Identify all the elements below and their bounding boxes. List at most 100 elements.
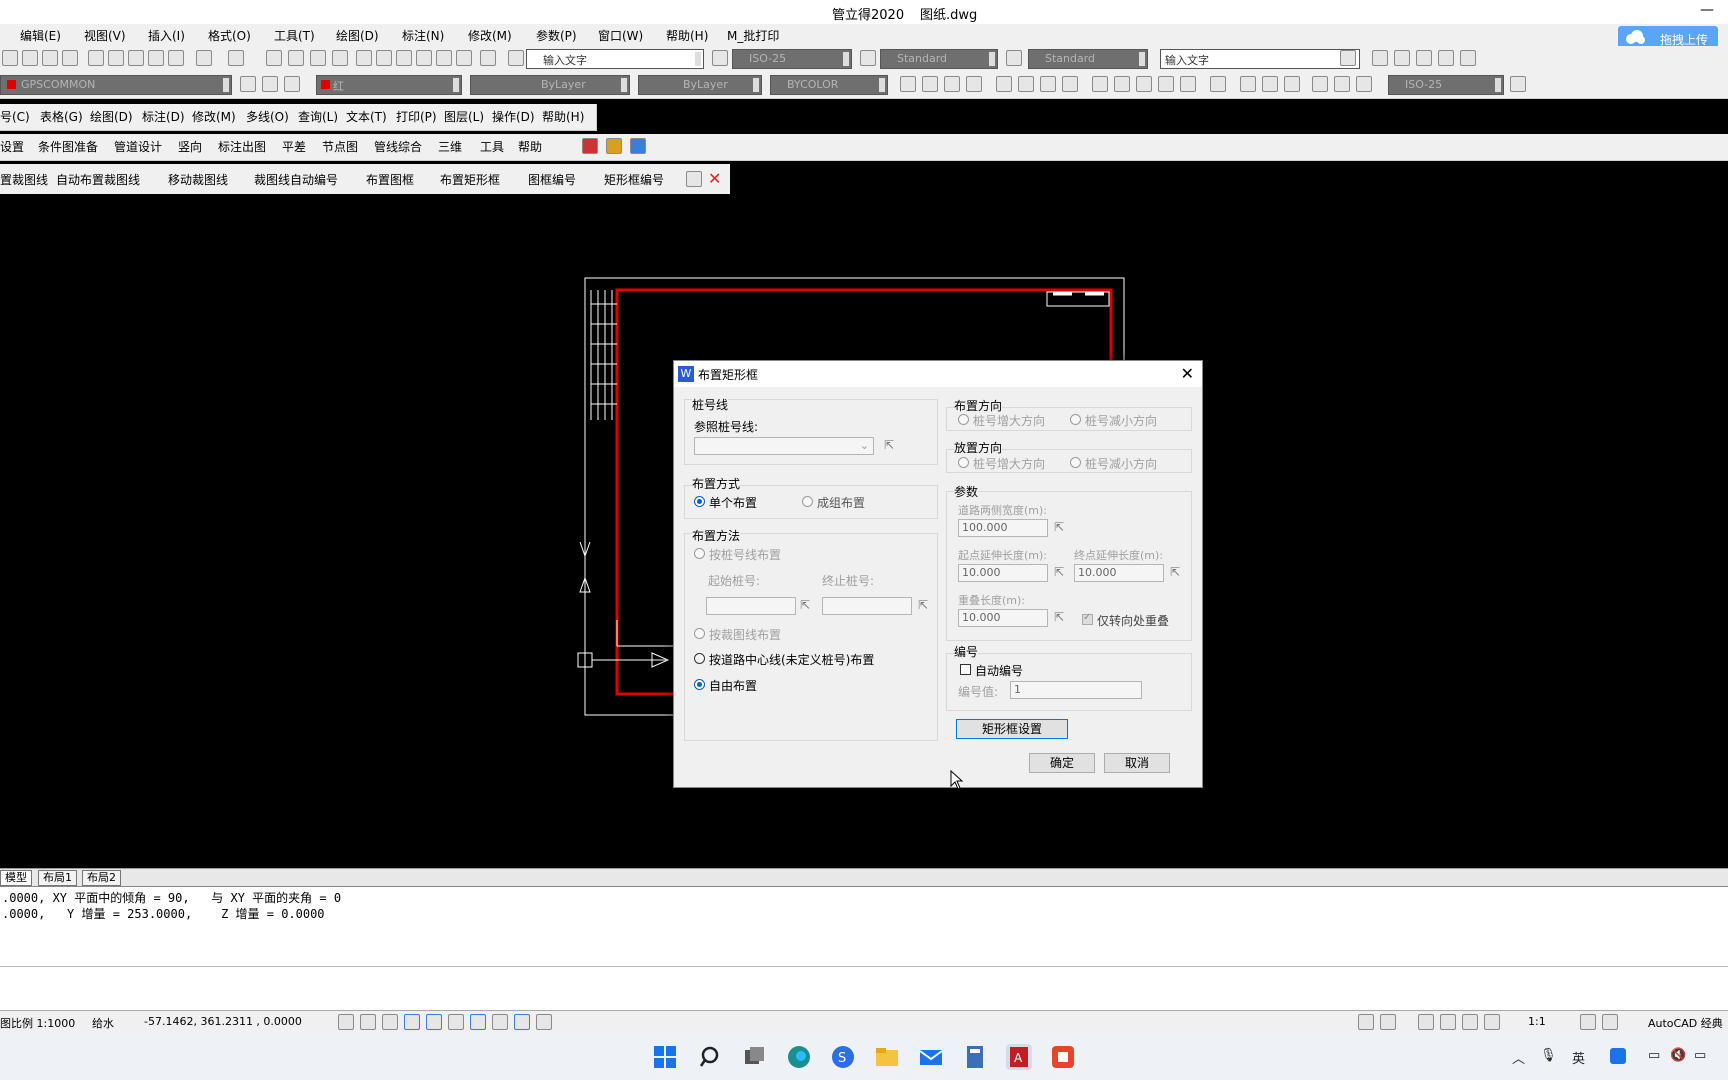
ref-stake-select[interactable]: ⌄ [694, 437, 874, 455]
menu-modify[interactable]: 修改(M) [468, 27, 512, 44]
dim-style-manager-icon[interactable] [1510, 76, 1526, 92]
annotation-scale[interactable]: 1:1 [1528, 1015, 1546, 1028]
menu3-prep[interactable]: 条件图准备 [38, 138, 98, 155]
pick-end-ext-icon[interactable]: ⇱ [1170, 565, 1184, 579]
otrack-icon[interactable] [448, 1014, 464, 1030]
microphone-icon[interactable]: 🎙 [1540, 1048, 1557, 1063]
baseline-icon[interactable] [1114, 76, 1130, 92]
model-icon[interactable] [1358, 1014, 1374, 1030]
end-stake-input[interactable] [822, 597, 912, 615]
dim-radius2-icon[interactable] [996, 76, 1012, 92]
match-icon[interactable] [148, 50, 164, 66]
lineweight-icon[interactable] [514, 1014, 530, 1030]
menu2-text[interactable]: 文本(T) [346, 108, 387, 125]
menu2-draw[interactable]: 绘图(D) [90, 108, 133, 125]
calculator-icon[interactable] [456, 50, 472, 66]
single-layout-radio[interactable] [694, 496, 705, 507]
sheet-icon[interactable] [416, 50, 432, 66]
command-input[interactable] [0, 966, 1728, 1011]
tools-icon[interactable] [606, 138, 622, 154]
file-explorer-icon[interactable] [874, 1044, 900, 1070]
menu2-number[interactable]: 号(C) [0, 108, 30, 125]
showmotion-icon[interactable] [1484, 1014, 1500, 1030]
menu2-table[interactable]: 表格(G) [40, 108, 83, 125]
dim-arc-icon[interactable] [944, 76, 960, 92]
menu-format[interactable]: 格式(O) [208, 27, 251, 44]
close-toolbar-icon[interactable]: ✕ [708, 169, 721, 188]
place-dec-radio[interactable] [1070, 457, 1081, 468]
menu3-pipe-design[interactable]: 管道设计 [114, 138, 162, 155]
menu-insert[interactable]: 插入(I) [148, 27, 185, 44]
palette-icon[interactable] [396, 50, 412, 66]
inspect-icon[interactable] [1262, 76, 1278, 92]
clip-line-button[interactable]: 置裁图线 [0, 171, 48, 188]
group-layout-radio[interactable] [802, 496, 813, 507]
workspace-select[interactable]: AutoCAD 经典 [1648, 1015, 1723, 1031]
by-clip-radio[interactable] [694, 628, 705, 639]
autocad-taskbar-icon[interactable]: A [1006, 1044, 1032, 1070]
search-text-input[interactable]: 输入文字 [1160, 49, 1360, 69]
new-icon[interactable] [2, 50, 18, 66]
tab-model[interactable]: 模型 [0, 870, 32, 886]
menu2-query[interactable]: 查询(L) [298, 108, 338, 125]
pick-start-ext-icon[interactable]: ⇱ [1054, 565, 1068, 579]
menu2-layer[interactable]: 图层(L) [444, 108, 484, 125]
zoom-window-icon[interactable] [310, 50, 326, 66]
dim-style-combo-2[interactable]: ISO-25 [1388, 75, 1504, 95]
edge-browser-icon[interactable] [786, 1044, 812, 1070]
lineweight-combo[interactable]: ByLayer [638, 75, 762, 95]
menu3-vertical[interactable]: 竖向 [178, 138, 202, 155]
battery-icon[interactable]: ▭ [1694, 1048, 1706, 1063]
menu-params[interactable]: 参数(P) [536, 27, 577, 44]
polar-icon[interactable] [404, 1014, 420, 1030]
tab-layout2[interactable]: 布局2 [82, 870, 121, 886]
search-icon[interactable] [1340, 50, 1356, 66]
road-width-input[interactable]: 100.000 [958, 519, 1048, 537]
ducs-icon[interactable] [470, 1014, 486, 1030]
auto-scale-icon[interactable] [1602, 1014, 1618, 1030]
properties-icon[interactable] [356, 50, 372, 66]
dim-ordinate-icon[interactable] [966, 76, 982, 92]
clip-line-number-button[interactable]: 裁图线自动编号 [254, 171, 338, 188]
ime-indicator[interactable]: 英 [1572, 1048, 1585, 1067]
markup-icon[interactable] [436, 50, 452, 66]
snap-icon[interactable] [338, 1014, 354, 1030]
dim-linear2-icon[interactable] [900, 76, 916, 92]
task-view-icon[interactable] [742, 1044, 768, 1070]
ortho-icon[interactable] [382, 1014, 398, 1030]
pan-icon[interactable] [266, 50, 282, 66]
menu3-tools[interactable]: 工具 [480, 138, 504, 155]
quick-view-icon[interactable] [1380, 1014, 1396, 1030]
menu2-modify[interactable]: 修改(M) [192, 108, 236, 125]
menu-help[interactable]: 帮助(H) [666, 27, 708, 44]
menu2-multiline[interactable]: 多线(O) [246, 108, 289, 125]
paint-icon[interactable] [686, 171, 702, 187]
tolerance-icon[interactable] [1210, 76, 1226, 92]
auto-number-checkbox[interactable] [960, 664, 971, 675]
cancel-button[interactable]: 取消 [1104, 753, 1170, 773]
tray-app-icon[interactable] [1610, 1048, 1626, 1064]
layer-manager-icon[interactable] [240, 76, 256, 92]
quick-props-icon[interactable] [536, 1014, 552, 1030]
frame-number-button[interactable]: 图框编号 [528, 171, 576, 188]
dim-base-icon[interactable] [1438, 50, 1454, 66]
pick-stake-icon[interactable]: ⇱ [884, 438, 898, 452]
network-icon[interactable]: ▭ [1648, 1048, 1660, 1063]
tab-layout1[interactable]: 布局1 [38, 870, 77, 886]
dim-angle-icon[interactable] [1416, 50, 1432, 66]
pick-end-icon[interactable]: ⇱ [918, 598, 932, 612]
menu-dimension[interactable]: 标注(N) [402, 27, 444, 44]
overlap-input[interactable]: 10.000 [958, 609, 1048, 627]
color-combo[interactable]: 红 [316, 75, 462, 95]
multileader-style-icon[interactable] [1006, 50, 1022, 66]
free-layout-radio[interactable] [694, 679, 705, 690]
menu-edit[interactable]: 编辑(E) [20, 27, 61, 44]
drawing-scale[interactable]: 图比例 1:1000 [0, 1015, 75, 1031]
text-style-icon[interactable] [508, 50, 524, 66]
discipline-select[interactable]: 给水 [92, 1015, 114, 1031]
dim-diameter-icon[interactable] [1040, 76, 1056, 92]
menu3-settings[interactable]: 设置 [0, 138, 24, 155]
zoom-previous-icon[interactable] [332, 50, 348, 66]
quick-dim-icon[interactable] [1092, 76, 1108, 92]
minimize-button[interactable]: — [1700, 2, 1714, 18]
